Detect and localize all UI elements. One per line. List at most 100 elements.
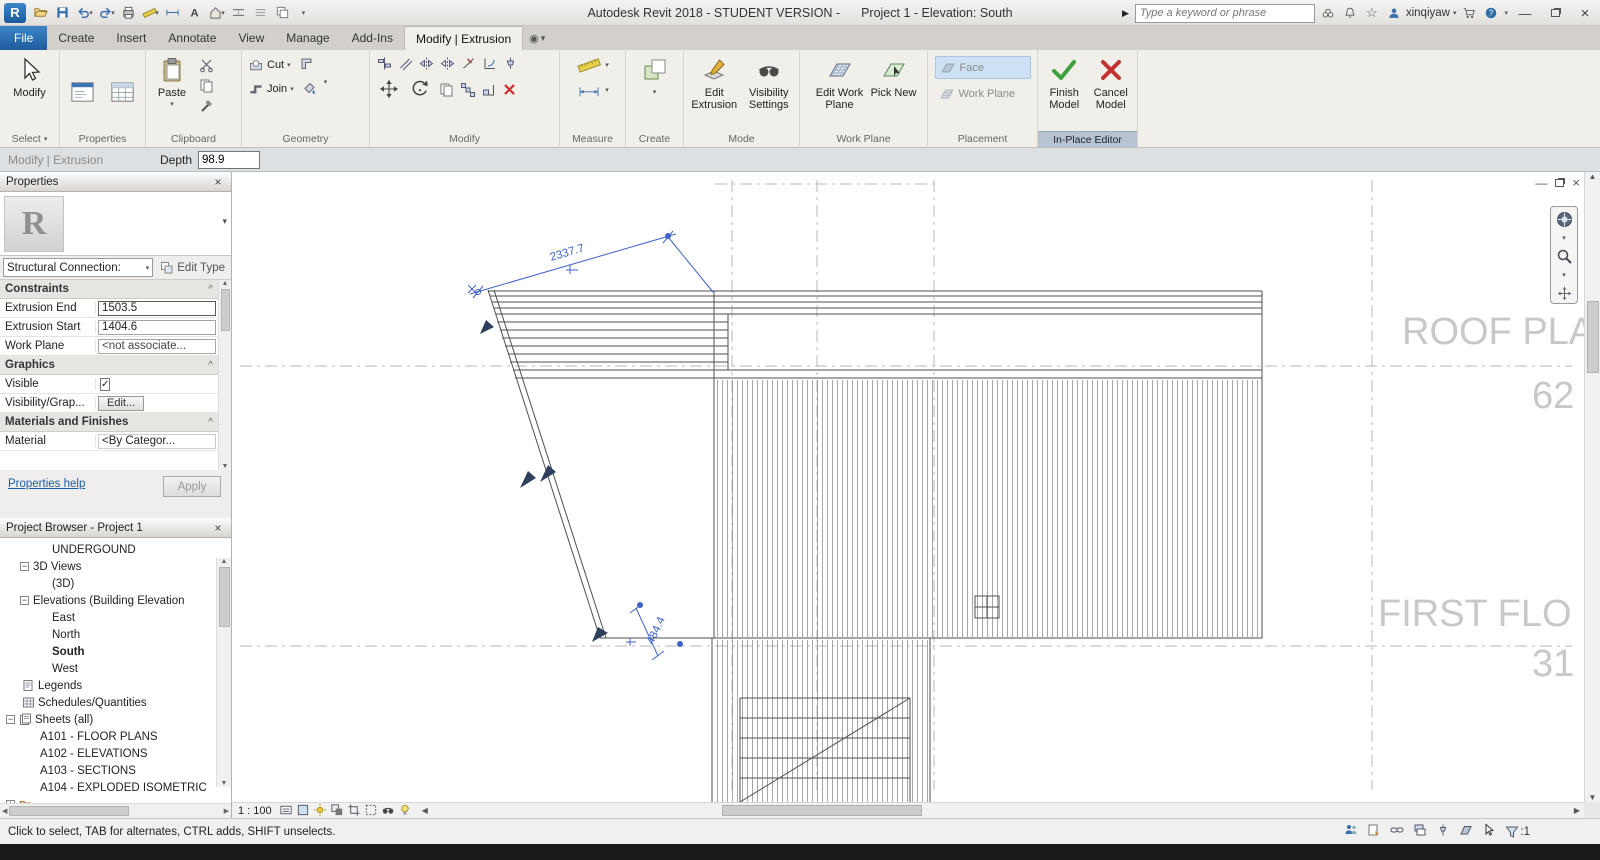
- tree-item-east[interactable]: East: [0, 609, 231, 626]
- visibility-settings-button[interactable]: Visibility Settings: [743, 54, 796, 111]
- pan-icon[interactable]: [1556, 285, 1573, 305]
- pin-icon[interactable]: [500, 54, 520, 73]
- scroll-up-icon[interactable]: ▲: [221, 558, 228, 565]
- visibility-edit-button[interactable]: Edit...: [98, 395, 145, 411]
- select-links-icon[interactable]: [1390, 823, 1404, 840]
- modify-button[interactable]: Modify: [4, 54, 55, 99]
- worksets-icon[interactable]: [1344, 823, 1358, 840]
- panel-label-mode[interactable]: Mode: [684, 131, 799, 147]
- tree-item-a103[interactable]: A103 - SECTIONS: [0, 762, 231, 779]
- drawing-area[interactable]: ROOF PLA 62 FIRST FLO 31 2337.7 484.4 — …: [232, 172, 1584, 802]
- scroll-left-icon[interactable]: ◀: [418, 806, 432, 815]
- panel-label-create[interactable]: Create: [626, 131, 683, 147]
- dimension-value-main[interactable]: 2337.7: [549, 242, 586, 263]
- section-materials[interactable]: Materials and Finishes ^: [0, 413, 218, 432]
- type-selector-caret-icon[interactable]: ▾: [222, 216, 227, 227]
- scroll-up-icon[interactable]: ▲: [222, 280, 229, 287]
- properties-filter-combo[interactable]: Structural Connection: ▾: [3, 258, 154, 277]
- search-input[interactable]: [1139, 7, 1310, 19]
- thin-lines-icon[interactable]: [250, 3, 271, 23]
- tab-annotate[interactable]: Annotate: [157, 26, 227, 50]
- help-menu-caret-icon[interactable]: ▾: [1504, 9, 1508, 17]
- family-types-icon[interactable]: [106, 76, 140, 110]
- temporary-hide-isolate-icon[interactable]: [381, 803, 395, 819]
- finish-model-button[interactable]: Finish Model: [1042, 54, 1087, 111]
- panel-label-modify[interactable]: Modify: [370, 131, 559, 147]
- view-minimize-icon[interactable]: —: [1535, 176, 1547, 190]
- canvas-vertical-scrollbar[interactable]: ▲ ▼: [1584, 172, 1600, 802]
- properties-palette-icon[interactable]: [66, 76, 100, 110]
- panel-label-geometry[interactable]: Geometry: [242, 131, 369, 147]
- tree-item-schedules[interactable]: Schedules/Quantities: [0, 694, 231, 711]
- view-restore-icon[interactable]: [1555, 178, 1565, 187]
- edit-extrusion-button[interactable]: Edit Extrusion: [688, 54, 741, 111]
- project-browser-header[interactable]: Project Browser - Project 1 ×: [0, 518, 231, 538]
- sun-path-icon[interactable]: [313, 803, 327, 819]
- tab-modify-extrusion[interactable]: Modify | Extrusion: [403, 26, 524, 50]
- select-pinned-icon[interactable]: [1436, 823, 1450, 840]
- work-plane-field[interactable]: <not associate...: [98, 338, 216, 354]
- edit-work-plane-button[interactable]: Edit Work Plane: [811, 54, 869, 111]
- cancel-model-button[interactable]: Cancel Model: [1089, 54, 1134, 111]
- paint-icon[interactable]: [300, 78, 320, 97]
- close-button[interactable]: ×: [1572, 3, 1598, 23]
- open-icon[interactable]: [30, 3, 51, 23]
- tab-manage[interactable]: Manage: [275, 26, 340, 50]
- tree-item-undergound[interactable]: UNDERGOUND: [0, 541, 231, 558]
- extrusion-start-field[interactable]: 1404.6: [98, 319, 216, 335]
- scroll-thumb[interactable]: [220, 289, 230, 331]
- dimension-lines[interactable]: [467, 230, 714, 661]
- tree-item-north[interactable]: North: [0, 626, 231, 643]
- print-icon[interactable]: [118, 3, 139, 23]
- panel-label-clipboard[interactable]: Clipboard: [146, 131, 241, 147]
- panel-label-placement[interactable]: Placement: [928, 131, 1037, 147]
- scroll-thumb[interactable]: [218, 567, 230, 627]
- mirror-draw-icon[interactable]: [437, 54, 457, 73]
- mirror-project-icon[interactable]: [416, 54, 436, 73]
- browser-vertical-scrollbar[interactable]: ▲ ▼: [216, 558, 231, 787]
- tree-item-a104[interactable]: A104 - EXPLODED ISOMETRIC: [0, 779, 231, 796]
- array-icon[interactable]: [457, 80, 477, 99]
- select-by-face-icon[interactable]: [1459, 823, 1473, 840]
- move-icon[interactable]: [374, 75, 404, 103]
- drag-on-selection-icon[interactable]: [1482, 823, 1496, 840]
- properties-help-link[interactable]: Properties help: [8, 478, 85, 490]
- aligned-dimension-icon[interactable]: [162, 3, 183, 23]
- cut-geometry-button[interactable]: Cut ▾: [246, 54, 293, 75]
- select-underlay-icon[interactable]: [1413, 823, 1427, 840]
- pick-new-button[interactable]: Pick New: [871, 54, 917, 99]
- tree-item-a102[interactable]: A102 - ELEVATIONS: [0, 745, 231, 762]
- redo-icon[interactable]: ▾: [96, 3, 117, 23]
- tab-file[interactable]: File: [0, 26, 48, 50]
- split-icon[interactable]: [458, 54, 478, 73]
- type-preview[interactable]: R ▾: [0, 192, 231, 256]
- tree-item-partial[interactable]: +: [0, 796, 231, 803]
- browser-horizontal-scrollbar[interactable]: ◀ ▶: [0, 803, 231, 818]
- panel-label-properties[interactable]: Properties: [60, 131, 145, 147]
- editing-requests-icon[interactable]: [1367, 823, 1381, 840]
- scroll-right-icon[interactable]: ▶: [1570, 806, 1584, 815]
- search-icon[interactable]: [1319, 4, 1337, 22]
- edit-type-button[interactable]: Edit Type: [157, 261, 228, 275]
- tree-item-elevations[interactable]: − Elevations (Building Elevation: [0, 592, 231, 609]
- scroll-down-icon[interactable]: ▼: [221, 780, 228, 787]
- collapse-icon[interactable]: −: [6, 715, 15, 724]
- visual-style-icon[interactable]: [296, 803, 310, 819]
- copy-icon[interactable]: [436, 80, 456, 99]
- scale-button[interactable]: 1 : 100: [238, 805, 272, 817]
- tree-item-sheets[interactable]: − Sheets (all): [0, 711, 231, 728]
- notifications-bell-icon[interactable]: [1341, 4, 1359, 22]
- expand-icon[interactable]: +: [6, 800, 15, 803]
- section-graphics[interactable]: Graphics ^: [0, 356, 218, 375]
- scroll-up-icon[interactable]: ▲: [1589, 172, 1597, 181]
- wheel-caret-icon[interactable]: ▾: [1562, 234, 1566, 242]
- view-close-icon[interactable]: ×: [1572, 175, 1580, 190]
- panel-label-in-place-editor[interactable]: In-Place Editor: [1038, 131, 1137, 147]
- save-icon[interactable]: [52, 3, 73, 23]
- minimize-button[interactable]: —: [1512, 3, 1538, 23]
- delete-icon[interactable]: [499, 80, 519, 99]
- zoom-caret-icon[interactable]: ▾: [1562, 271, 1566, 279]
- tree-item-3d-views[interactable]: −3D Views: [0, 558, 231, 575]
- scroll-thumb[interactable]: [721, 805, 922, 816]
- scroll-thumb[interactable]: [9, 806, 130, 816]
